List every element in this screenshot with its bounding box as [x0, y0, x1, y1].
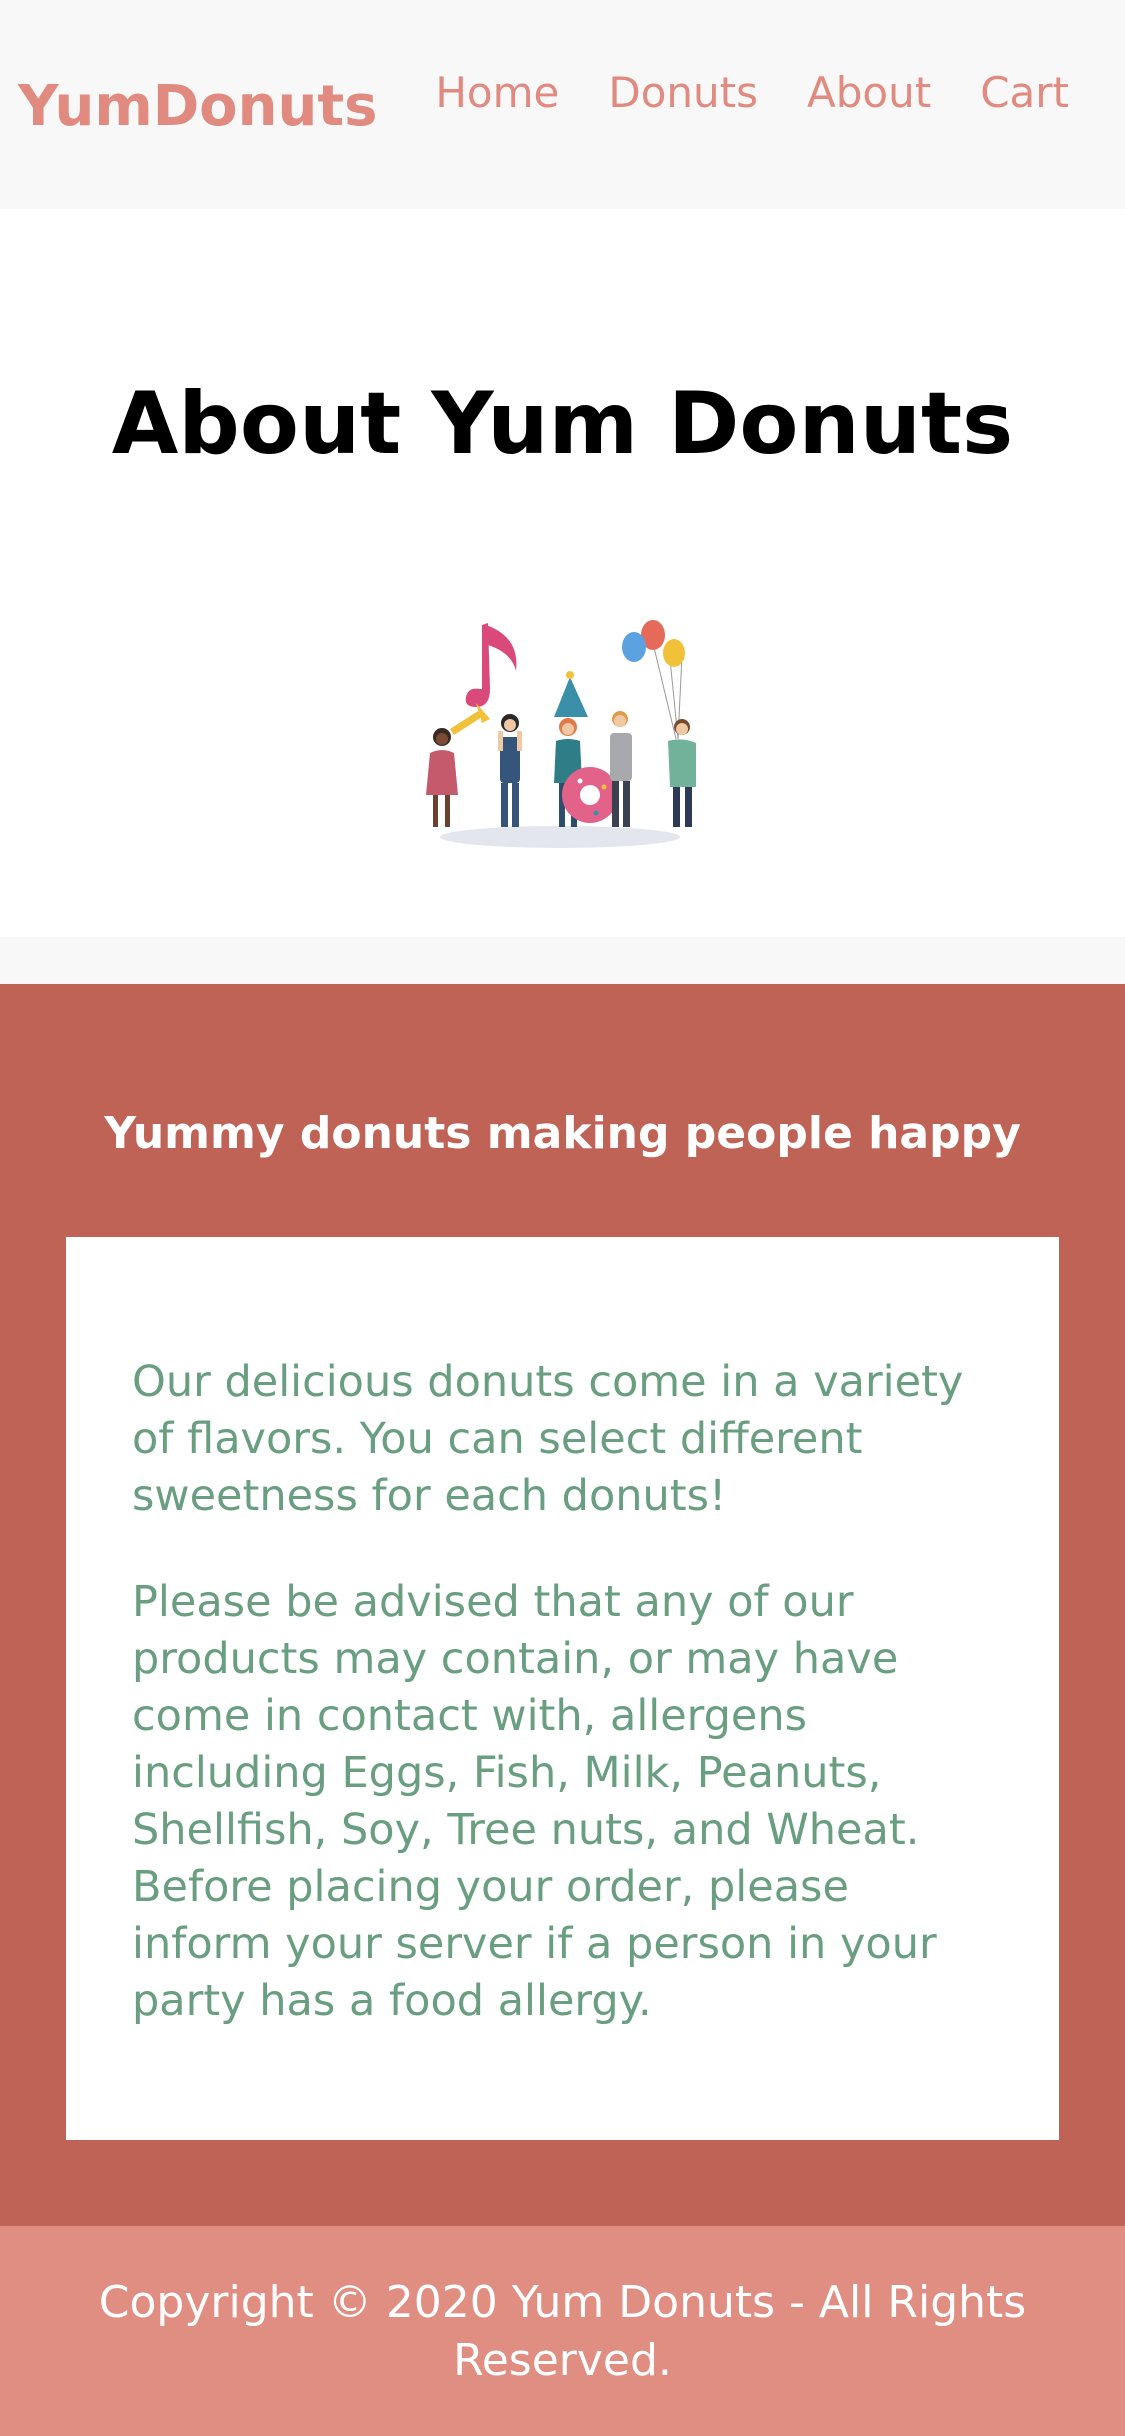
nav-about-link[interactable]: About: [807, 62, 931, 124]
about-hero: About Yum Donuts: [0, 209, 1125, 937]
nav-cart-link[interactable]: Cart: [980, 62, 1069, 124]
about-page: YumDonuts Home Donuts About Cart About Y…: [0, 0, 1125, 2436]
story-section: Yummy donuts making people happy Our del…: [0, 984, 1125, 2226]
allergen-paragraph: Please be advised that any of our produc…: [132, 1577, 937, 2026]
flavors-paragraph: Our delicious donuts come in a variety o…: [132, 1357, 964, 1521]
page-title: About Yum Donuts: [111, 374, 1014, 474]
section-tagline: Yummy donuts making people happy: [104, 1108, 1021, 1159]
nav-home-link[interactable]: Home: [435, 62, 559, 124]
celebration-illustration: [426, 620, 696, 848]
info-card: Our delicious donuts come in a variety o…: [66, 1237, 1059, 2140]
copyright-text: Copyright © 2020 Yum Donuts - All Rights…: [98, 2277, 1027, 2386]
site-logo[interactable]: YumDonuts: [18, 72, 378, 142]
site-footer: Copyright © 2020 Yum Donuts - All Rights…: [0, 2226, 1125, 2436]
section-divider: [0, 937, 1125, 984]
site-header: YumDonuts Home Donuts About Cart: [0, 0, 1125, 209]
main-nav: Home Donuts About Cart: [435, 62, 1069, 124]
nav-donuts-link[interactable]: Donuts: [608, 62, 758, 124]
